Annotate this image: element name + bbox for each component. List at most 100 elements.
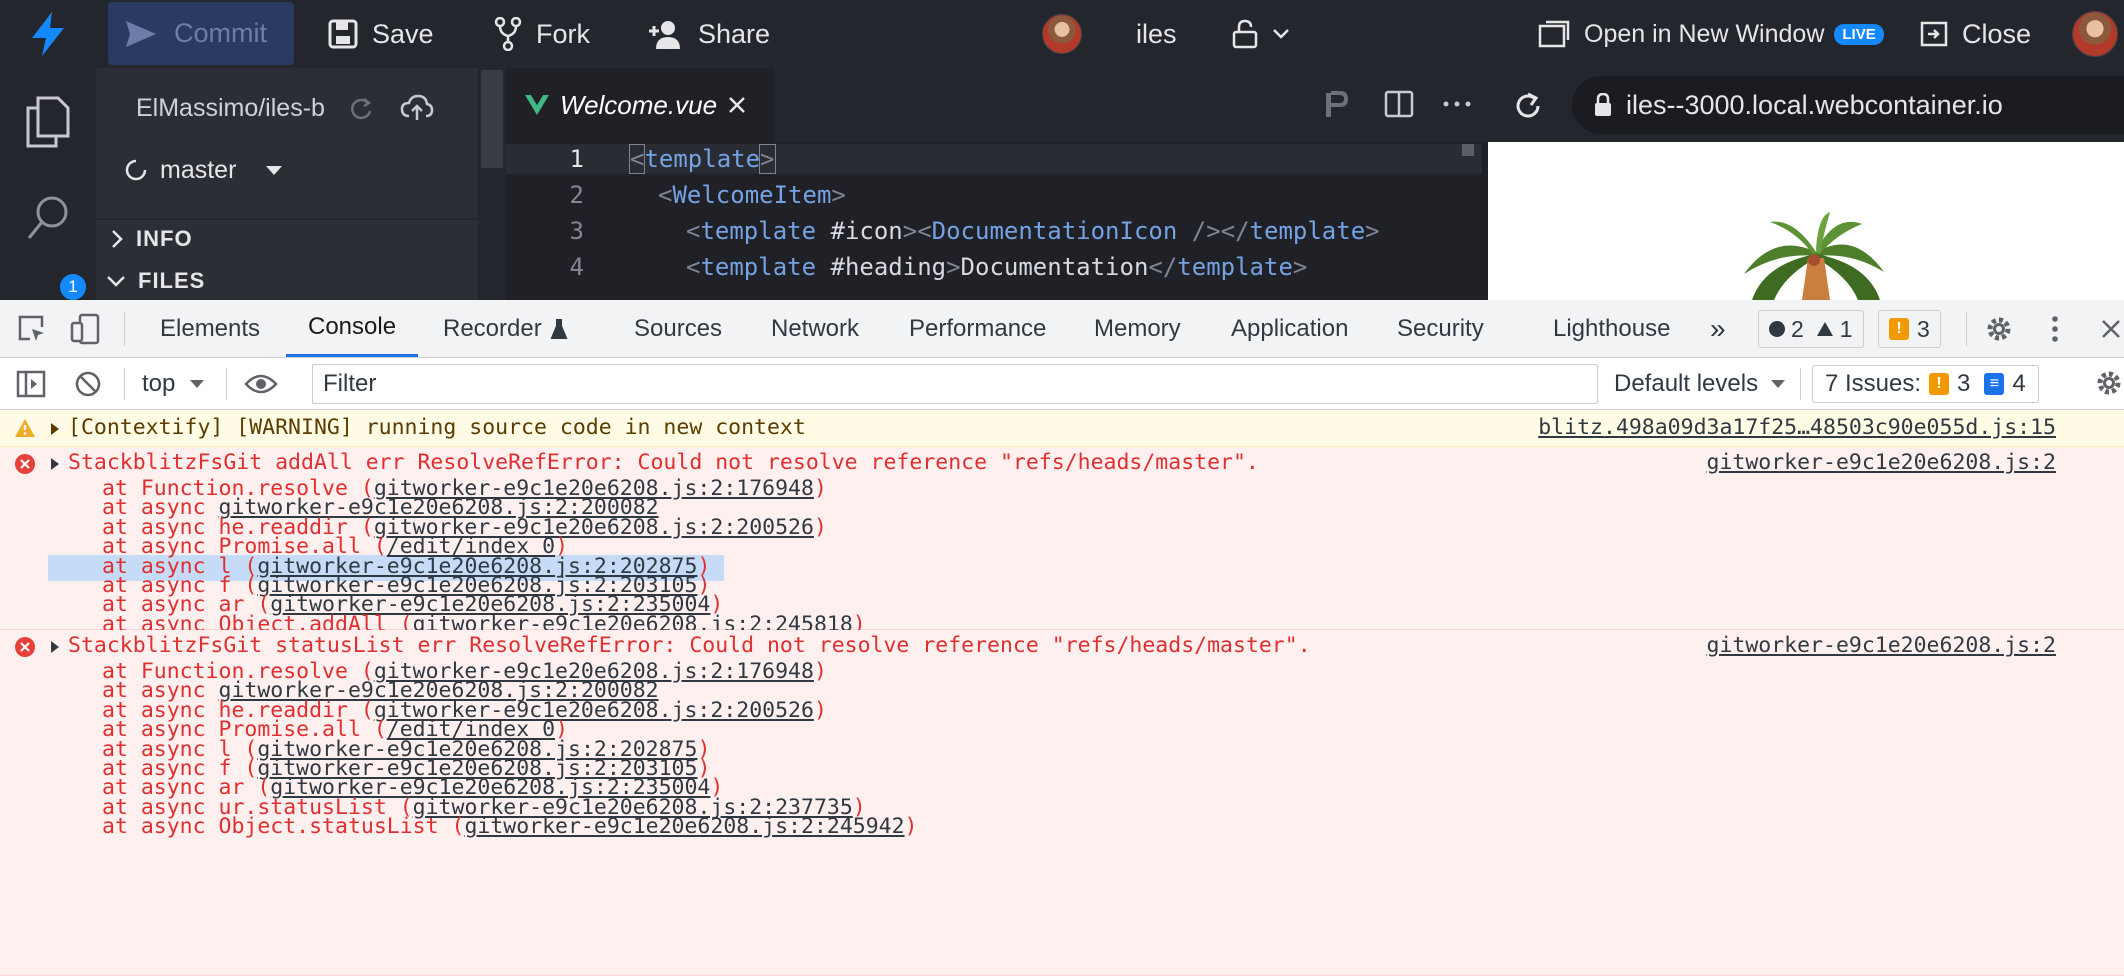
repo-header: ElMassimo/iles-b [136,88,436,128]
expand-triangle-icon[interactable] [50,457,60,471]
device-toolbar-icon[interactable] [70,313,100,345]
console-error-message[interactable]: StackblitzFsGit addAll err ResolveRefErr… [0,447,2124,637]
activity-bar: 1 [0,68,96,300]
tab-label: Sources [634,314,723,342]
preview-address-bar: iles--3000.local.webcontainer.io [1488,68,2124,142]
text-content: Documentation [960,253,1149,281]
tab-label: Elements [160,314,261,342]
project-name[interactable]: iles [1136,0,1177,68]
minimap-slider[interactable] [1462,144,1474,156]
cloud-upload-icon[interactable] [400,94,434,122]
section-files[interactable]: FILES [106,264,205,298]
tab-label: Lighthouse [1553,314,1671,342]
chevron-down-icon [1273,29,1289,39]
bracket: </ [1148,253,1178,281]
palm-tree-illustration [1744,212,1884,300]
tab-elements[interactable]: Elements [160,300,260,357]
stack-frame-link[interactable]: gitworker-e9c1e20e6208.js:2:245942 [464,814,904,839]
source-link[interactable]: gitworker-e9c1e20e6208.js:2 [1707,633,2057,659]
warning-triangle-icon [1816,322,1833,336]
close-preview-button[interactable]: Close [1920,0,2031,68]
tab-sources[interactable]: Sources [634,300,722,357]
commit-button[interactable]: Commit [108,2,294,65]
tab-application[interactable]: Application [1231,300,1348,357]
console-error-message[interactable]: StackblitzFsGit statusList err ResolveRe… [0,630,2124,976]
chrome-devtools: Elements Console Recorder Sources Networ… [0,300,2124,976]
expand-triangle-icon[interactable] [50,640,60,654]
files-icon[interactable] [24,96,70,148]
branch-selector[interactable]: master [124,150,284,190]
prettier-icon[interactable] [1324,91,1350,119]
bracket: > [946,253,961,281]
lock-icon [1595,93,1611,116]
sync-icon[interactable] [348,95,374,121]
fork-button[interactable]: Fork [494,0,590,68]
stackblitz-logo-icon[interactable] [26,10,70,58]
issue-warning-icon: ! [1929,373,1950,395]
close-devtools-icon[interactable] [2100,318,2122,340]
log-levels-dropdown[interactable]: Default levels [1614,358,1786,410]
source-link[interactable]: blitz.498a09d3a17f25…48503c90e055d.js:15 [1538,415,2056,441]
tab-label: Console [308,313,397,340]
preview-pane: iles--3000.local.webcontainer.io [1488,68,2124,300]
tab-network[interactable]: Network [771,300,859,357]
console-warning-message[interactable]: [Contextify] [WARNING] running source co… [0,410,2124,447]
slot-attr: #heading [830,253,947,281]
more-tabs-icon[interactable]: » [1710,300,1726,357]
chevron-down-icon [107,276,125,287]
project-name-label: iles [1136,18,1177,49]
explorer-scrollbar[interactable] [478,68,506,300]
warning-count: 1 [1839,315,1853,342]
tag-name: DocumentationIcon [931,217,1178,245]
split-editor-icon[interactable] [1384,90,1414,118]
console-settings-gear-icon[interactable] [2094,368,2124,398]
console-filter-input[interactable] [312,364,1598,404]
expand-triangle-icon[interactable] [50,422,60,436]
search-icon[interactable] [26,194,70,242]
kebab-menu-icon[interactable] [2050,314,2060,344]
inspect-element-icon[interactable] [18,315,46,343]
tab-lighthouse[interactable]: Lighthouse [1553,300,1670,357]
issue-count: 3 [1917,315,1930,342]
issues-warning-count: 3 [1957,370,1971,397]
tab-console[interactable]: Console [286,300,419,357]
tab-welcome-vue[interactable]: Welcome.vue [506,68,774,142]
caret-down-icon [1771,380,1786,388]
user-avatar[interactable] [2072,0,2118,68]
send-icon [126,20,156,47]
issues-counter[interactable]: ! 3 [1878,310,1941,348]
close-label: Close [1962,18,2032,49]
open-new-window-button[interactable]: Open in New Window LIVE [1538,0,1884,68]
bracket: >< [902,217,932,245]
code-line-3: <template #icon><DocumentationIcon /></t… [686,217,1380,245]
project-owner-avatar[interactable] [1042,0,1082,68]
repo-name[interactable]: ElMassimo/iles-b [136,94,326,123]
live-expression-eye-icon[interactable] [244,372,278,396]
context-label: top [142,370,176,397]
context-selector[interactable]: top [142,358,205,410]
scrollbar-thumb[interactable] [481,70,503,168]
url-field[interactable]: iles--3000.local.webcontainer.io [1572,76,2124,134]
share-button[interactable]: Share [648,0,770,68]
line-number: 1 [569,145,584,173]
clear-console-icon[interactable] [74,370,102,398]
save-button[interactable]: Save [328,0,434,68]
more-actions-icon[interactable] [1442,100,1472,108]
tab-recorder[interactable]: Recorder [443,300,568,357]
issues-button[interactable]: 7 Issues: ! 3 ≡ 4 [1812,365,2039,403]
sidebar-toggle-icon[interactable] [16,370,46,398]
reload-icon[interactable] [1512,90,1544,122]
section-info[interactable]: INFO [110,222,193,256]
visibility-dropdown[interactable] [1232,0,1290,68]
close-tab-icon[interactable] [727,95,747,115]
issue-warning-icon: ! [1889,318,1909,340]
code-area[interactable]: 1 2 3 4 <template> <WelcomeItem> <templa… [506,142,1488,300]
source-link[interactable]: gitworker-e9c1e20e6208.js:2 [1707,450,2057,476]
tab-performance[interactable]: Performance [909,300,1046,357]
open-new-window-label: Open in New Window [1584,19,1825,48]
section-files-label: FILES [138,268,206,293]
error-warning-counter[interactable]: 2 1 [1758,310,1864,348]
tab-security[interactable]: Security [1397,300,1484,357]
settings-gear-icon[interactable] [1984,314,2014,344]
tab-memory[interactable]: Memory [1094,300,1181,357]
